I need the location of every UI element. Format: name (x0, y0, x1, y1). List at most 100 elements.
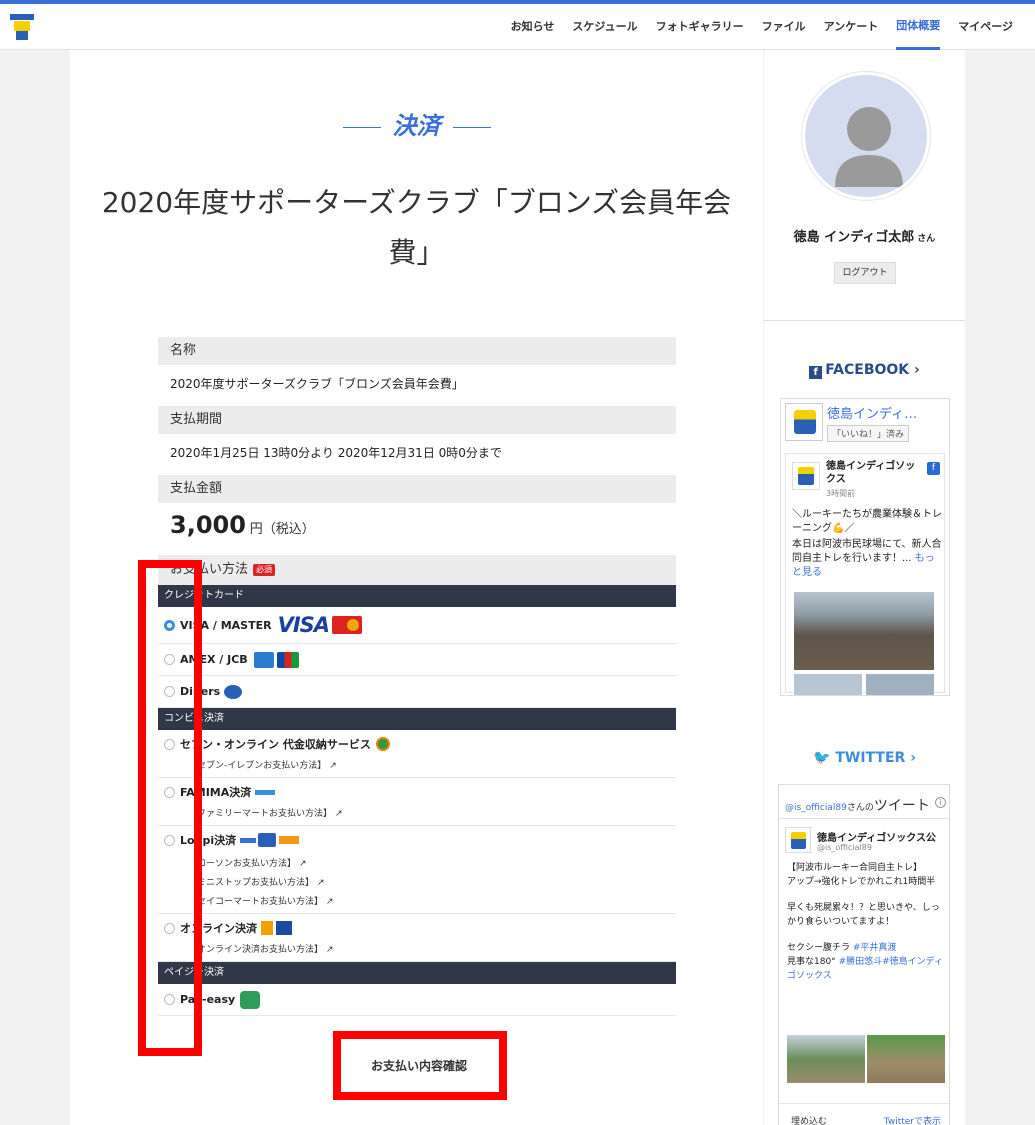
payment-method-label: お支払い方法 必須 (158, 555, 676, 585)
external-link-icon: ↗ (326, 897, 334, 907)
option-famima[interactable]: FAMIMA決済 【ファミリーマートお支払い方法】 ↗ (158, 778, 676, 826)
facebook-post-avatar[interactable] (792, 462, 820, 490)
facebook-post-text-1: ＼ルーキーたちが農業体験＆トレーニング💪／ (792, 509, 942, 534)
payment-form: 名称 2020年度サポーターズクラブ「ブロンズ会員年会費」 支払期間 2020年… (158, 337, 676, 1016)
category-credit-card: クレジットカード (158, 585, 676, 607)
logout-button[interactable]: ログアウト (834, 262, 896, 284)
online-payment-logo-2 (276, 921, 292, 935)
option-online[interactable]: オンライン決済 【オンライン決済お支払い方法】 ↗ (158, 914, 676, 962)
user-name-text: 徳島 インディゴ太郎 (793, 230, 915, 245)
facebook-widget: 徳島インディ… 「いいね！」済み 徳島インディゴソックス 3時間前 f ＼ルーキ… (780, 398, 950, 696)
option-payeasy[interactable]: Pay-easy (158, 984, 676, 1016)
facebook-post-photo[interactable] (794, 592, 934, 670)
main-nav: お知らせ スケジュール フォトギャラリー ファイル アンケート 団体概要 マイペ… (493, 4, 1013, 50)
external-link-icon: ↗ (329, 761, 337, 771)
facebook-post-author[interactable]: 徳島インディゴソックス (826, 460, 916, 486)
facebook-post: 徳島インディゴソックス 3時間前 f ＼ルーキーたちが農業体験＆トレーニング💪／… (785, 453, 945, 695)
twitter-tweets-label: ツイート (873, 798, 930, 814)
highlight-radio-column (138, 560, 202, 1056)
seven-eleven-help-link[interactable]: 【セブン-イレブンお支払い方法】 ↗ (188, 758, 670, 771)
heading-line-left (342, 126, 381, 128)
facebook-post-photo-3[interactable] (866, 674, 934, 695)
twitter-handle[interactable]: @is_official89 (817, 843, 872, 852)
amount-label: 支払金額 (158, 475, 676, 503)
twitter-embed-link[interactable]: 埋め込む (791, 1114, 827, 1125)
tweet-line-3: 早くも死屍累々！？と思いきや、しっかり食らいついてますよ！ (787, 903, 940, 927)
option-seven-eleven[interactable]: セブン・オンライン 代金収納サービス 【セブン-イレブンお支払い方法】 ↗ (158, 730, 676, 778)
facebook-page-header: 徳島インディ… 「いいね！」済み (785, 403, 947, 445)
tweet-line-2: アップ→強化トレでかれこれ1時間半 (787, 877, 936, 887)
twitter-heading[interactable]: 🐦 TWITTER › (764, 750, 965, 766)
highlight-confirm-button (333, 1031, 507, 1100)
famiport-logo (255, 789, 276, 795)
twitter-avatar[interactable] (785, 827, 811, 853)
seven-eleven-logo (375, 737, 390, 751)
info-icon[interactable]: i (935, 797, 946, 808)
seicomart-help-link[interactable]: 【セイコーマートお支払い方法】 ↗ (188, 894, 670, 907)
required-badge: 必須 (253, 563, 276, 576)
online-payment-logo-1 (261, 921, 273, 935)
twitter-view-link[interactable]: Twitterで表示 (884, 1114, 941, 1125)
name-value: 2020年度サポーターズクラブ「ブロンズ会員年会費」 (170, 377, 464, 391)
nav-schedule[interactable]: スケジュール (572, 4, 637, 50)
tweet-photo-2[interactable] (867, 1035, 945, 1083)
seicomart-logo (279, 836, 300, 844)
section-title: 決済 (392, 112, 441, 140)
payeasy-logo (240, 990, 261, 1009)
category-payeasy: ペイジー決済 (158, 962, 676, 984)
team-logo[interactable] (8, 12, 36, 42)
user-name: 徳島 インディゴ太郎 さん (764, 226, 965, 245)
lawson-help-link[interactable]: 【ローソンお支払い方法】 ↗ (188, 856, 670, 869)
sidebar-divider (764, 320, 965, 321)
mastercard-logo (332, 616, 363, 634)
twitter-author[interactable]: 徳島インディゴソックス公 (817, 829, 937, 844)
facebook-post-time: 3時間前 (826, 489, 856, 498)
twitter-widget-header: @is_official89さんのツイート i (779, 785, 949, 819)
tweet-photo-1[interactable] (787, 1035, 865, 1083)
option-loppi[interactable]: Loppi決済 【ローソンお支払い方法】 ↗ 【ミニストップお支払い方法】 ↗ 【セ… (158, 826, 676, 914)
nav-mypage[interactable]: マイページ (958, 4, 1013, 50)
lawson-logo (240, 837, 257, 843)
twitter-account-link[interactable]: @is_official89 (785, 803, 847, 813)
amount-number: 3,000 (170, 511, 246, 539)
tweet-hashtag-1[interactable]: #平井真渡 (853, 943, 897, 953)
chevron-right-icon: › (914, 362, 920, 378)
avatar (802, 72, 930, 200)
option-visa-master[interactable]: VISA / MASTER VISA (158, 607, 676, 644)
facebook-square-icon: f (927, 462, 940, 475)
visa-logo: VISA (277, 613, 330, 637)
external-link-icon: ↗ (299, 859, 307, 869)
nav-news[interactable]: お知らせ (511, 4, 555, 50)
nav-survey[interactable]: アンケート (824, 4, 879, 50)
option-diners[interactable]: Diners (158, 676, 676, 708)
twitter-bird-icon: 🐦 (813, 750, 831, 766)
facebook-heading[interactable]: f FACEBOOK › (764, 362, 965, 379)
nav-photo-gallery[interactable]: フォトギャラリー (656, 4, 744, 50)
facebook-post-photo-2[interactable] (794, 674, 862, 695)
facebook-page-thumbnail[interactable] (785, 403, 823, 441)
diners-logo (224, 684, 243, 699)
period-label: 支払期間 (158, 406, 676, 434)
twitter-widget-footer: 埋め込む Twitterで表示 (779, 1103, 949, 1125)
famima-help-link[interactable]: 【ファミリーマートお支払い方法】 ↗ (188, 806, 670, 819)
nav-files[interactable]: ファイル (762, 4, 806, 50)
nav-organization[interactable]: 団体概要 (896, 4, 941, 50)
header: お知らせ スケジュール フォトギャラリー ファイル アンケート 団体概要 マイペ… (0, 4, 1035, 50)
heading-line-right (452, 126, 491, 128)
ministop-logo (258, 833, 277, 847)
twitter-widget: @is_official89さんのツイート i 徳島インディゴソックス公 @is… (778, 784, 950, 1125)
amount-unit: 円（税込） (249, 522, 315, 537)
name-label: 名称 (158, 337, 676, 365)
user-name-suffix: さん (917, 234, 936, 244)
facebook-page-name[interactable]: 徳島インディ… (827, 403, 937, 422)
ministop-help-link[interactable]: 【ミニストップお支払い方法】 ↗ (188, 875, 670, 888)
external-link-icon: ↗ (326, 945, 334, 955)
facebook-liked-badge[interactable]: 「いいね！」済み (827, 425, 910, 442)
external-link-icon: ↗ (317, 878, 325, 888)
chevron-right-icon: › (910, 750, 916, 766)
amex-logo (253, 651, 274, 668)
option-amex-jcb[interactable]: AMEX / JCB (158, 644, 676, 676)
online-help-link[interactable]: 【オンライン決済お支払い方法】 ↗ (188, 942, 670, 955)
jcb-logo (276, 651, 299, 668)
external-link-icon: ↗ (335, 809, 343, 819)
